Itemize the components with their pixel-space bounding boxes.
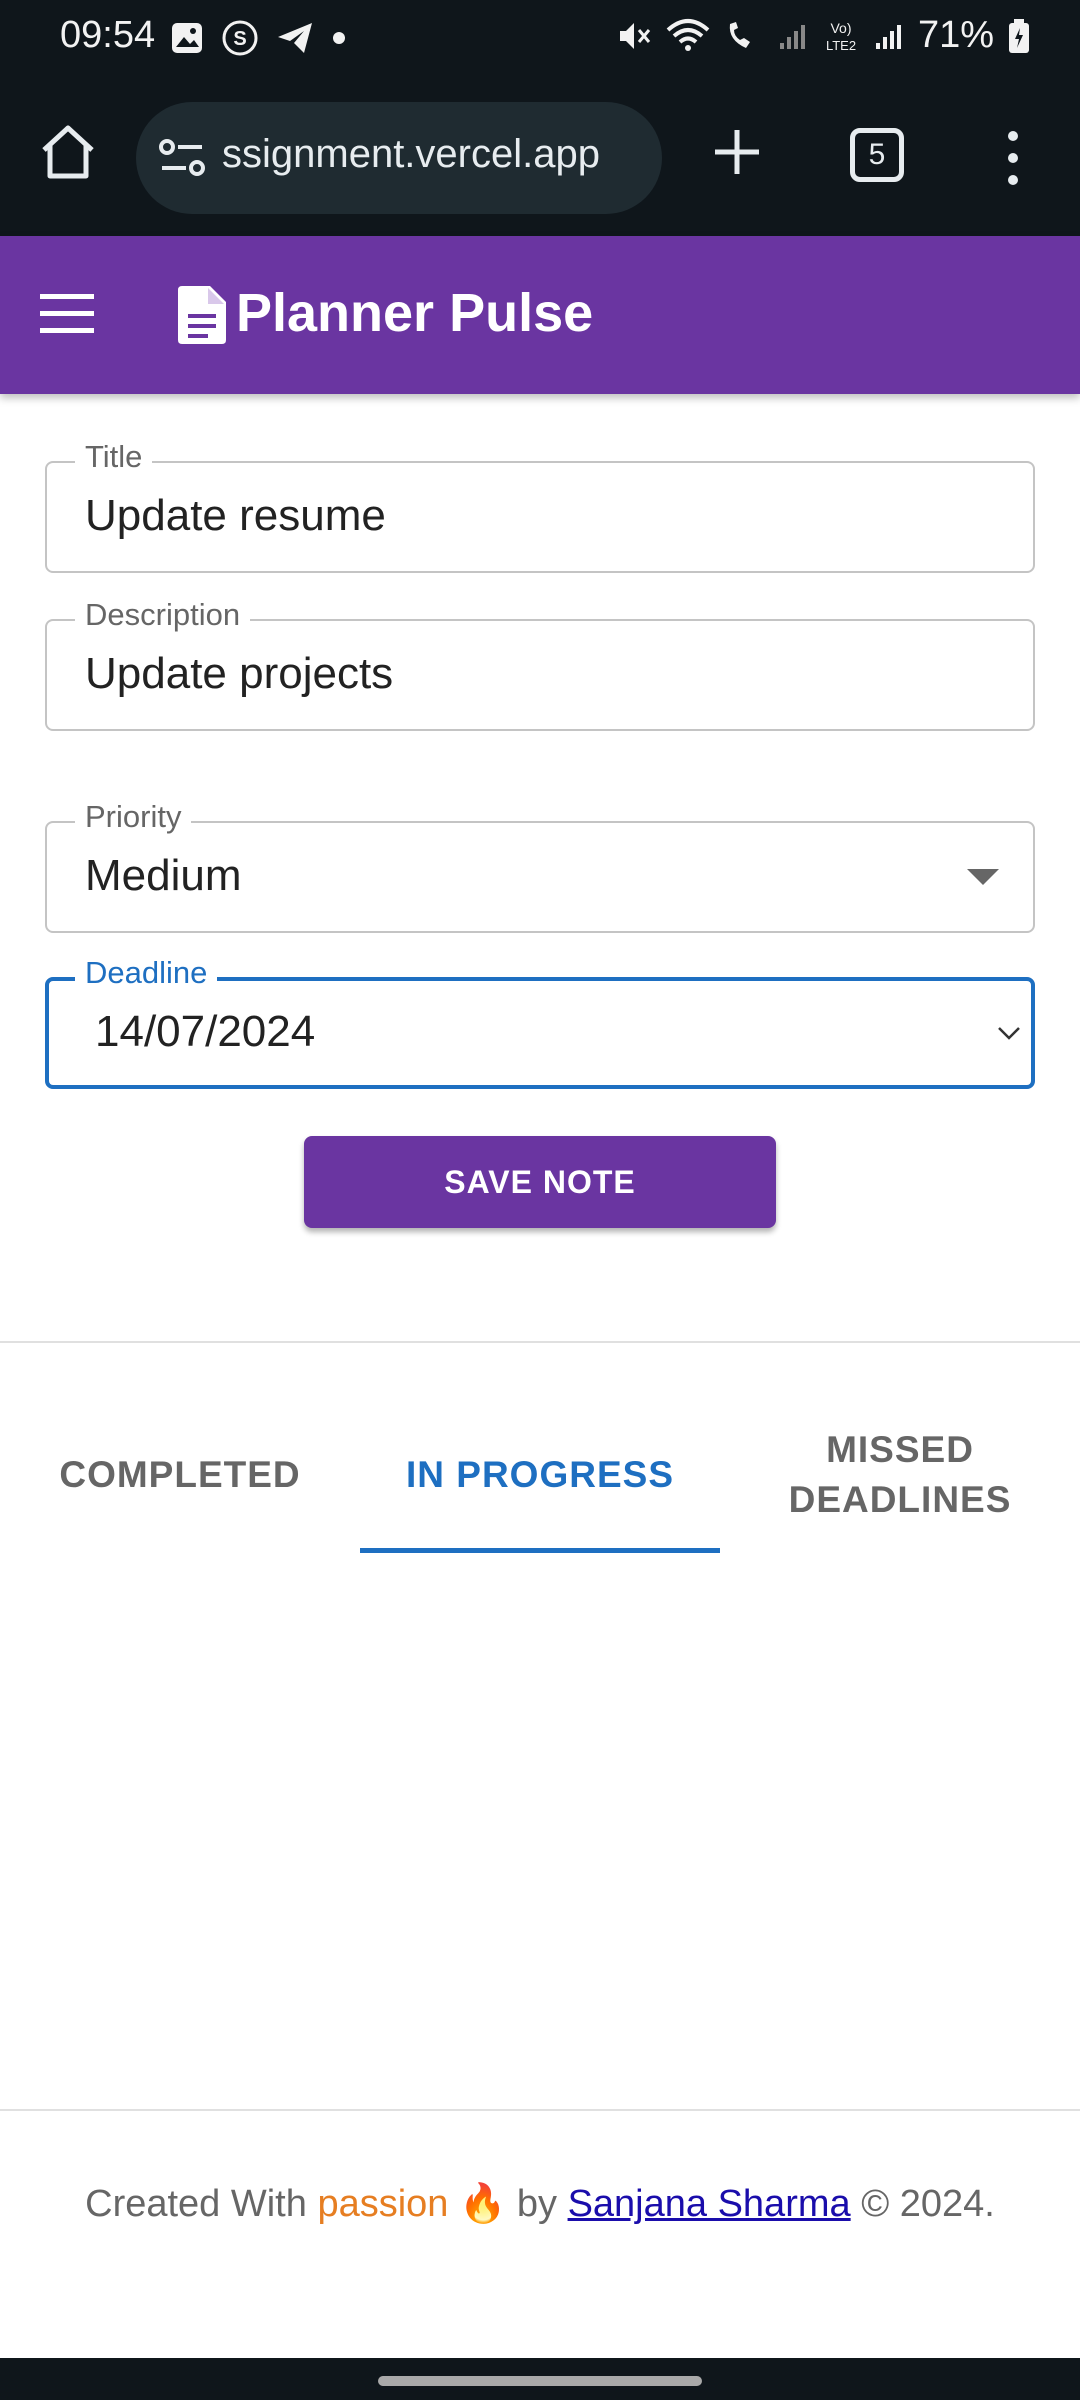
gesture-handle[interactable] [378, 2376, 702, 2386]
tab-in-progress[interactable]: IN PROGRESS [360, 1400, 720, 1550]
tab-switcher-button[interactable]: 5 [850, 128, 904, 182]
telegram-icon [278, 23, 312, 53]
home-icon[interactable] [36, 120, 100, 184]
save-note-button[interactable]: SAVE NOTE [304, 1136, 776, 1228]
svg-text:Vo): Vo) [830, 20, 851, 36]
browser-toolbar: ssignment.vercel.app 5 [0, 80, 1080, 236]
notification-icons: S [170, 20, 346, 56]
url-text: ssignment.vercel.app [222, 132, 600, 176]
footer-divider [0, 2109, 1080, 2111]
document-icon [178, 286, 226, 344]
footer: Created With passion 🔥 by Sanjana Sharma… [60, 2176, 1020, 2232]
priority-value[interactable]: Medium [85, 851, 242, 901]
svg-text:LTE2: LTE2 [826, 38, 856, 53]
dot-icon [333, 32, 345, 44]
system-icons: Vo) LTE2 71% [616, 14, 1030, 57]
address-bar[interactable]: ssignment.vercel.app [136, 102, 662, 214]
footer-copyright: © 2024. [850, 2183, 995, 2225]
author-link[interactable]: Sanjana Sharma [568, 2183, 851, 2225]
dropdown-arrow-icon[interactable] [967, 869, 999, 885]
footer-by: by [506, 2183, 568, 2225]
deadline-input[interactable]: 14/07/2024 [95, 1007, 315, 1057]
more-options-icon[interactable] [990, 128, 1036, 188]
description-label: Description [75, 597, 251, 633]
menu-icon[interactable] [40, 292, 94, 336]
wifi-icon [666, 18, 710, 51]
chevron-down-icon[interactable] [997, 1025, 1021, 1041]
new-tab-icon[interactable] [705, 120, 769, 184]
battery-icon [1009, 18, 1029, 53]
volte-icon: Vo) LTE2 [826, 20, 856, 53]
status-time: 09:54 [60, 14, 156, 56]
image-icon [172, 23, 202, 53]
s-app-icon: S [222, 20, 258, 56]
footer-prefix: Created With [85, 2183, 318, 2225]
footer-passion: passion [317, 2183, 449, 2225]
title-field[interactable]: Title Update resume [45, 439, 1035, 573]
signal-icon [875, 24, 901, 49]
fire-icon: 🔥 [458, 2183, 507, 2225]
signal-icon [779, 24, 805, 49]
system-nav-bar [0, 2358, 1080, 2400]
battery-percent: 71% [917, 14, 994, 56]
priority-select[interactable]: Priority Medium [45, 799, 1035, 933]
tab-completed[interactable]: COMPLETED [0, 1400, 360, 1550]
mute-icon [619, 22, 651, 49]
title-input[interactable]: Update resume [85, 491, 386, 541]
deadline-label: Deadline [75, 955, 218, 991]
wifi-call-icon [729, 21, 750, 48]
title-label: Title [75, 439, 153, 475]
svg-text:S: S [233, 28, 246, 50]
deadline-field[interactable]: Deadline 14/07/2024 [45, 955, 1035, 1089]
description-input[interactable]: Update projects [85, 649, 393, 699]
divider [0, 1341, 1080, 1343]
tab-missed-deadlines[interactable]: MISSED DEADLINES [720, 1400, 1080, 1550]
app-title: Planner Pulse [236, 283, 594, 343]
site-settings-icon[interactable] [158, 138, 208, 178]
active-tab-indicator [360, 1548, 720, 1553]
description-field[interactable]: Description Update projects [45, 597, 1035, 731]
status-bar: 09:54 S Vo) LTE2 71% [0, 0, 1080, 80]
app-header: Planner Pulse [0, 236, 1080, 394]
priority-label: Priority [75, 799, 192, 835]
